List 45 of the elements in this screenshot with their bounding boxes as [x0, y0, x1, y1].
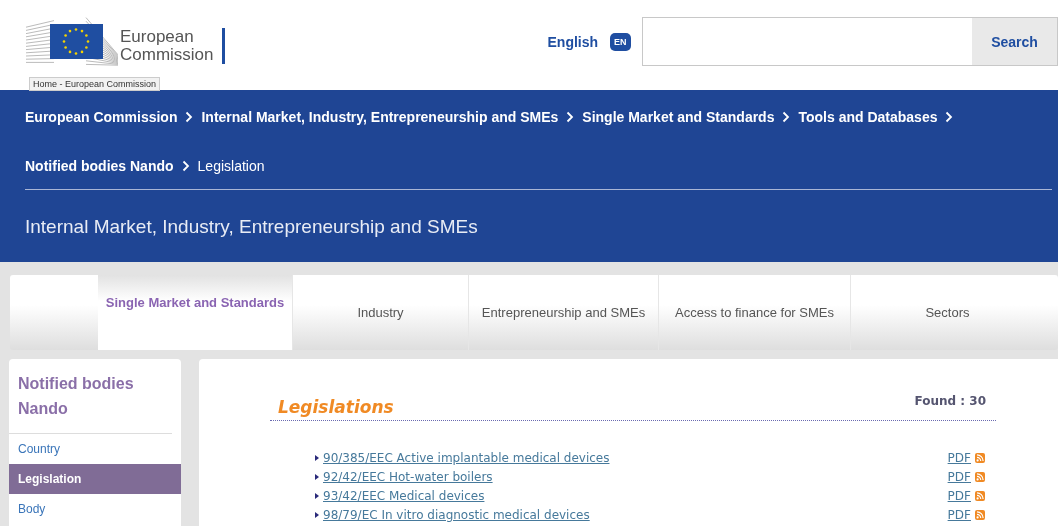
search-button[interactable]: Search: [972, 18, 1057, 65]
chevron-icon: [566, 111, 575, 123]
sidebar-item[interactable]: Body: [9, 494, 181, 524]
nav-tab[interactable]: Industry: [292, 275, 468, 350]
result-count: Found : 30: [914, 394, 986, 408]
sidebar-item[interactable]: Legislation: [9, 464, 181, 494]
logo-text[interactable]: European Commission: [120, 28, 214, 64]
pdf-link[interactable]: PDF: [947, 450, 971, 465]
chevron-icon: [945, 111, 954, 123]
bullet-icon: [315, 473, 319, 480]
rss-icon[interactable]: [975, 509, 985, 520]
breadcrumb-link[interactable]: European Commission: [25, 108, 178, 126]
nav-tab[interactable]: Sectors: [850, 275, 1044, 350]
pdf-link[interactable]: PDF: [947, 488, 971, 503]
sidebar-title: Notified bodies Nando: [9, 359, 172, 434]
chevron-icon: [181, 160, 190, 172]
rss-icon[interactable]: [975, 452, 985, 463]
chevron-icon: [782, 111, 791, 123]
nav-tab[interactable]: Entrepreneurship and SMEs: [468, 275, 658, 350]
breadcrumb-link[interactable]: Notified bodies Nando: [25, 157, 174, 175]
breadcrumb-link[interactable]: Single Market and Standards: [582, 108, 775, 126]
breadcrumb-link[interactable]: Legislation: [197, 157, 265, 175]
rss-icon[interactable]: [975, 490, 985, 501]
bullet-icon: [315, 492, 319, 499]
pdf-link[interactable]: PDF: [947, 469, 971, 484]
breadcrumb-link[interactable]: Tools and Databases: [798, 108, 938, 126]
legislation-link[interactable]: 90/385/EEC Active implantable medical devices: [323, 450, 610, 465]
chevron-icon: [185, 111, 194, 123]
bullet-icon: [315, 454, 319, 461]
language-link[interactable]: English: [547, 34, 599, 50]
nav-tab[interactable]: Single Market and Standards: [98, 275, 292, 350]
legislation-link[interactable]: 98/79/EC In vitro diagnostic medical devices: [323, 507, 590, 522]
site-title: Internal Market, Industry, Entrepreneurship and SMEs: [25, 216, 479, 238]
bullet-icon: [315, 511, 319, 518]
rss-icon[interactable]: [975, 471, 985, 482]
sidebar-item[interactable]: Country: [9, 434, 181, 464]
legislation-link[interactable]: 92/42/EEC Hot-water boilers: [323, 469, 493, 484]
search-field[interactable]: Search: [641, 17, 1058, 66]
legislation-link[interactable]: 93/42/EEC Medical devices: [323, 488, 485, 503]
section-title: Legislations: [278, 397, 394, 417]
language-badge[interactable]: EN: [610, 33, 631, 51]
tooltip: Home - European Commission: [29, 77, 161, 91]
pdf-link[interactable]: PDF: [947, 507, 971, 522]
nav-tab[interactable]: Access to finance for SMEs: [658, 275, 850, 350]
breadcrumb-link[interactable]: Internal Market, Industry, Entrepreneurship and SMEs: [201, 108, 559, 126]
